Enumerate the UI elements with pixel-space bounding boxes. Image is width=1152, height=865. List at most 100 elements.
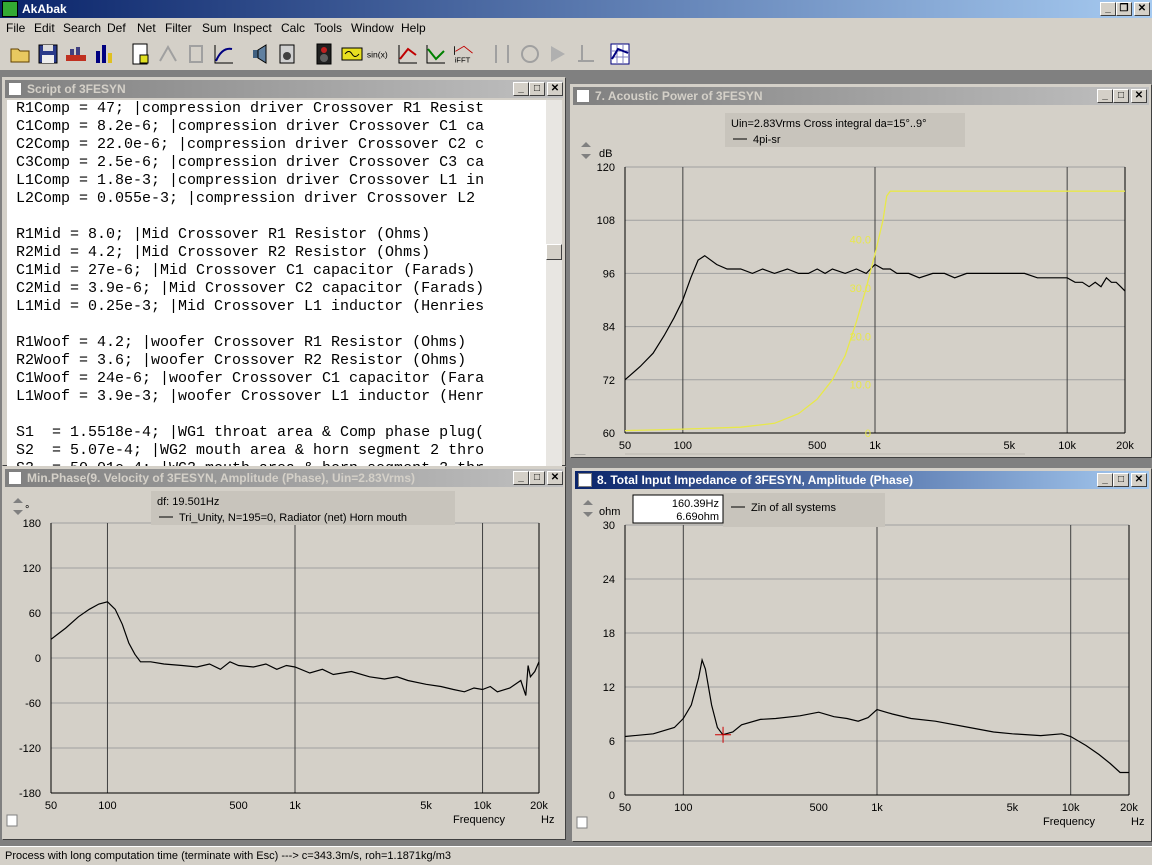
y-tick-label: -60	[25, 698, 41, 710]
phase-close-button[interactable]: ✕	[547, 471, 563, 485]
script-line[interactable]	[7, 316, 549, 334]
speaker-icon[interactable]	[248, 41, 272, 67]
menu-help[interactable]: Help	[401, 21, 426, 35]
script-minimize-button[interactable]: _	[513, 82, 529, 96]
impedance-window-title: 8. Total Input Impedance of 3FESYN, Ampl…	[597, 473, 914, 487]
menu-net[interactable]: Net	[137, 21, 156, 35]
menu-search[interactable]: Search	[63, 21, 101, 35]
impedance-chart[interactable]: 30 24 18 12 6 0 50 100 500 1k 5k 10k 20k ohm Frequency…	[573, 491, 1149, 839]
scale-icon	[576, 816, 588, 829]
phase-minimize-button[interactable]: _	[513, 471, 529, 485]
x-tick-label: 100	[674, 440, 692, 452]
x-tick-label: 100	[674, 802, 692, 814]
script-line[interactable]: C3Comp = 2.5e-6; |compression driver Cro…	[7, 154, 549, 172]
script-close-button[interactable]: ✕	[547, 82, 563, 96]
script-maximize-button[interactable]: □	[529, 82, 545, 96]
filter-icon[interactable]	[340, 41, 364, 67]
new-document-icon[interactable]	[128, 41, 152, 67]
secondary-y-tick: 10.0	[850, 380, 871, 392]
x-axis-label: Frequency	[453, 814, 505, 826]
bar-graph-icon[interactable]	[92, 41, 116, 67]
script-line[interactable]: C2Comp = 22.0e-6; |compression driver Cr…	[7, 136, 549, 154]
chart-doc-icon	[578, 473, 592, 487]
minimize-button[interactable]: _	[1100, 2, 1116, 16]
scale-icon	[6, 814, 18, 827]
power-minimize-button[interactable]: _	[1097, 89, 1113, 103]
close-button[interactable]: ✕	[1134, 2, 1150, 16]
script-line[interactable]	[7, 406, 549, 424]
y-tick-label: 0	[35, 653, 41, 665]
menu-inspect[interactable]: Inspect	[233, 21, 272, 35]
script-line[interactable]: L2Comp = 0.055e-3; |compression driver C…	[7, 190, 549, 208]
y-tick-label: 60	[603, 428, 615, 440]
script-line[interactable]: R2Mid = 4.2; |Mid Crossover R2 Resistor …	[7, 244, 549, 262]
curve-tool-icon[interactable]	[212, 41, 236, 67]
script-line[interactable]: R1Mid = 8.0; |Mid Crossover R1 Resistor …	[7, 226, 549, 244]
legend-entry: Tri_Unity, N=195=0, Radiator (net) Horn …	[179, 512, 407, 524]
script-line[interactable]: R1Woof = 4.2; |woofer Crossover R1 Resis…	[7, 334, 549, 352]
save-disk-icon[interactable]	[36, 41, 60, 67]
script-line[interactable]: R1Comp = 47; |compression driver Crossov…	[7, 100, 549, 118]
disabled-tool-icon-4	[518, 41, 542, 67]
min-phase-chart[interactable]: 180 120 60 0 -60 -120 -180 50 100 500 1k 5k 10k 20k ° F…	[3, 489, 563, 837]
script-line[interactable]: L1Woof = 3.9e-3; |woofer Crossover L1 in…	[7, 388, 549, 406]
x-tick-label: 20k	[1116, 440, 1134, 452]
script-line[interactable]: S1 = 1.5518e-4; |WG1 throat area & Comp …	[7, 424, 549, 442]
impedance-minimize-button[interactable]: _	[1097, 473, 1113, 487]
ship-icon[interactable]	[64, 41, 88, 67]
script-line[interactable]: C2Mid = 3.9e-6; |Mid Crossover C2 capaci…	[7, 280, 549, 298]
menu-sum[interactable]: Sum	[202, 21, 227, 35]
phase-maximize-button[interactable]: □	[529, 471, 545, 485]
disabled-tool-icon-1	[156, 41, 180, 67]
open-folder-icon[interactable]	[8, 41, 32, 67]
impedance-close-button[interactable]: ✕	[1131, 473, 1147, 487]
x-tick-label: 10k	[1058, 440, 1076, 452]
x-tick-label: 10k	[1062, 802, 1080, 814]
script-line[interactable]: L1Mid = 0.25e-3; |Mid Crossover L1 induc…	[7, 298, 549, 316]
menu-edit[interactable]: Edit	[34, 21, 55, 35]
menu-calc[interactable]: Calc	[281, 21, 305, 35]
script-scrollbar[interactable]	[546, 100, 562, 466]
plot-curve-icon-2[interactable]	[424, 41, 448, 67]
power-window-title: 7. Acoustic Power of 3FESYN	[595, 89, 763, 103]
script-line[interactable]: R2Woof = 3.6; |woofer Crossover R2 Resis…	[7, 352, 549, 370]
y-tick-label: 60	[29, 608, 41, 620]
script-scroll-thumb[interactable]	[546, 244, 562, 260]
power-maximize-button[interactable]: □	[1113, 89, 1129, 103]
script-line[interactable]: L1Comp = 1.8e-3; |compression driver Cro…	[7, 172, 549, 190]
menu-def[interactable]: Def	[107, 21, 126, 35]
x-unit-label: Hz	[541, 814, 554, 826]
chart-doc-icon	[576, 89, 590, 103]
y-unit-label: dB	[599, 148, 612, 160]
power-close-button[interactable]: ✕	[1131, 89, 1147, 103]
restore-button[interactable]: ❐	[1116, 2, 1132, 16]
script-line[interactable]: C1Woof = 24e-6; |woofer Crossover C1 cap…	[7, 370, 549, 388]
disabled-tool-icon-3	[490, 41, 514, 67]
menu-filter[interactable]: Filter	[165, 21, 192, 35]
loudspeaker-icon[interactable]	[312, 41, 336, 67]
script-line[interactable]: C1Mid = 27e-6; |Mid Crossover C1 capacit…	[7, 262, 549, 280]
y-unit-label: ohm	[599, 506, 620, 518]
script-line[interactable]	[7, 208, 549, 226]
app-icon	[2, 1, 18, 17]
x-tick-label: 5k	[1007, 802, 1019, 814]
acoustic-power-chart[interactable]: 120 108 96 84 72 60 50 100 500 1k 5k 10k 20k dB Freque…	[571, 107, 1149, 455]
menu-tools[interactable]: Tools	[314, 21, 342, 35]
menu-window[interactable]: Window	[351, 21, 394, 35]
svg-text:iFFT: iFFT	[455, 56, 471, 65]
script-line[interactable]: S2 = 5.07e-4; |WG2 mouth area & horn seg…	[7, 442, 549, 460]
plot-curve-icon-1[interactable]	[396, 41, 420, 67]
grid-chart-icon[interactable]	[608, 41, 632, 67]
x-tick-label: 1k	[289, 800, 301, 812]
sin-function-icon[interactable]: sin(x)	[366, 41, 394, 67]
menu-file[interactable]: File	[6, 21, 25, 35]
script-line[interactable]: C1Comp = 8.2e-6; |compression driver Cro…	[7, 118, 549, 136]
impedance-maximize-button[interactable]: □	[1113, 473, 1129, 487]
ifft-icon[interactable]: iFFT	[452, 41, 480, 67]
script-doc-icon	[8, 82, 22, 96]
impedance-window-caption: 8. Total Input Impedance of 3FESYN, Ampl…	[575, 471, 1149, 489]
speaker-box-icon[interactable]	[276, 41, 300, 67]
x-tick-label: 20k	[1120, 802, 1138, 814]
script-editor[interactable]: R1Comp = 47; |compression driver Crossov…	[7, 100, 549, 466]
y-tick-label: 24	[603, 574, 615, 586]
